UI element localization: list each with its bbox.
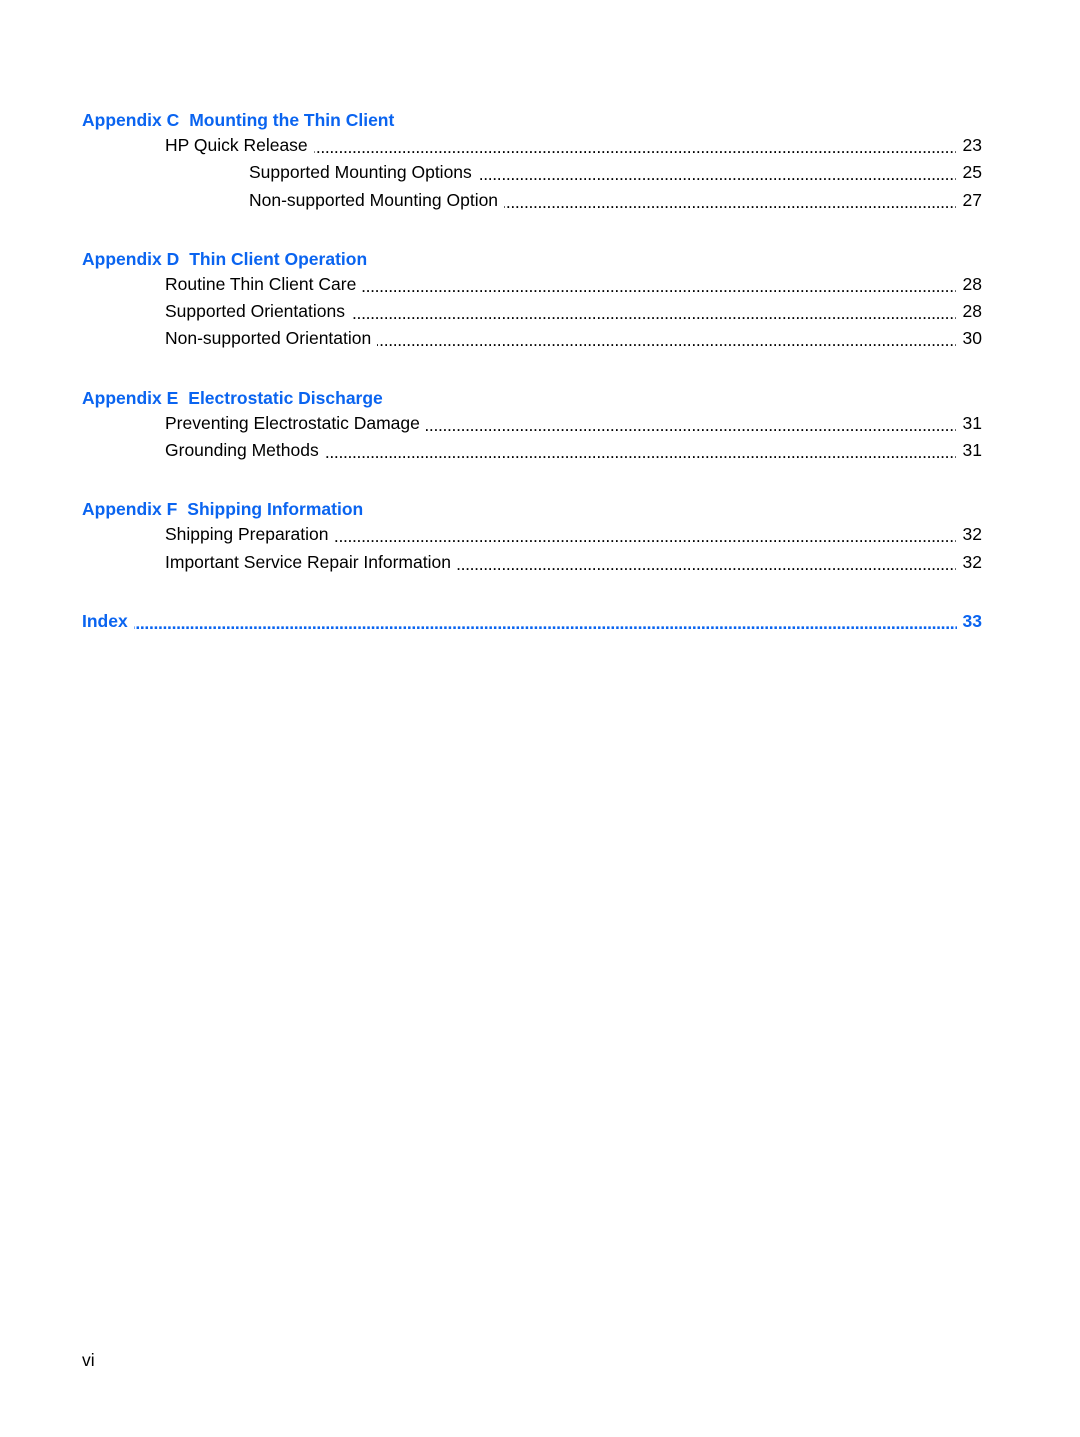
toc-entry[interactable]: Supported Orientations 28 bbox=[82, 298, 982, 326]
toc-entry-page: 32 bbox=[962, 524, 982, 545]
toc-entry-label: Shipping Preparation bbox=[165, 521, 335, 549]
toc-entry[interactable]: Preventing Electrostatic Damage 31 bbox=[82, 409, 982, 438]
toc-entry-label: Grounding Methods bbox=[165, 437, 325, 465]
toc-entry-label: Non-supported Mounting Option bbox=[249, 186, 505, 214]
toc-entry-label: Supported Mounting Options bbox=[249, 159, 478, 187]
appendix-number: Appendix C bbox=[82, 110, 180, 130]
toc-entry-label: Important Service Repair Information bbox=[165, 548, 457, 576]
toc-entry-page: 30 bbox=[962, 328, 982, 349]
toc-entry-page: 27 bbox=[962, 189, 982, 210]
toc-section-appendix-c: Appendix C Mounting the Thin Client HP Q… bbox=[82, 108, 982, 214]
appendix-title: Electrostatic Discharge bbox=[188, 387, 383, 408]
toc-heading[interactable]: Appendix D Thin Client Operation bbox=[82, 247, 982, 271]
appendix-title: Thin Client Operation bbox=[189, 248, 368, 269]
toc-entry-label: HP Quick Release bbox=[165, 132, 314, 160]
toc-entry-label: Non-supported Orientation bbox=[165, 325, 378, 353]
dot-leader bbox=[457, 556, 956, 574]
appendix-number: Appendix F bbox=[82, 499, 178, 520]
appendix-title: Shipping Information bbox=[187, 499, 364, 520]
toc-entry-page: 23 bbox=[962, 135, 982, 155]
toc-entry[interactable]: Shipping Preparation 32 bbox=[82, 521, 982, 549]
dot-leader bbox=[362, 278, 956, 296]
toc-entry-page: 32 bbox=[962, 551, 982, 572]
toc-entry-label: Routine Thin Client Care bbox=[165, 270, 363, 299]
dot-leader bbox=[334, 528, 956, 546]
toc-heading[interactable]: Appendix E Electrostatic Discharge bbox=[82, 386, 982, 410]
toc-section-appendix-f: Appendix F Shipping Information Shipping… bbox=[82, 497, 982, 576]
toc-heading[interactable]: Appendix C Mounting the Thin Client bbox=[82, 108, 982, 132]
page-number: vi bbox=[82, 1350, 95, 1370]
toc-entry[interactable]: Grounding Methods 31 bbox=[82, 437, 982, 465]
dot-leader bbox=[325, 444, 956, 462]
index-page: 33 bbox=[962, 610, 982, 631]
appendix-title: Mounting the Thin Client bbox=[189, 110, 395, 130]
toc-heading[interactable]: Appendix F Shipping Information bbox=[82, 497, 982, 521]
toc-entry-page: 25 bbox=[962, 162, 982, 183]
toc-entry-label: Supported Orientations bbox=[165, 298, 351, 326]
dot-leader bbox=[426, 417, 956, 435]
appendix-number: Appendix E bbox=[82, 387, 179, 408]
dot-leader bbox=[134, 615, 957, 633]
toc-entry[interactable]: Supported Mounting Options 25 bbox=[82, 159, 982, 187]
index-label: Index bbox=[82, 610, 128, 631]
toc-entry-label: Preventing Electrostatic Damage bbox=[165, 409, 426, 438]
toc-entry-page: 31 bbox=[962, 412, 982, 433]
appendix-number: Appendix D bbox=[82, 248, 180, 269]
dot-leader bbox=[478, 166, 956, 184]
dot-leader bbox=[504, 194, 956, 212]
toc-entry-page: 28 bbox=[962, 301, 982, 322]
toc-entry[interactable]: Important Service Repair Information 32 bbox=[82, 548, 982, 576]
toc-section-appendix-e: Appendix E Electrostatic Discharge Preve… bbox=[82, 386, 982, 465]
toc-entry[interactable]: Non-supported Orientation 30 bbox=[82, 325, 982, 353]
dot-leader bbox=[351, 305, 956, 323]
toc-entry[interactable]: Routine Thin Client Care 28 bbox=[82, 270, 982, 299]
dot-leader bbox=[314, 139, 956, 157]
toc-section-appendix-d: Appendix D Thin Client Operation Routine… bbox=[82, 247, 982, 353]
dot-leader bbox=[377, 332, 956, 350]
toc-index-link[interactable]: Index 33 bbox=[82, 609, 982, 633]
toc-entry-page: 28 bbox=[962, 273, 982, 294]
toc-entry-page: 31 bbox=[962, 440, 982, 461]
toc-entry[interactable]: Non-supported Mounting Option 27 bbox=[82, 186, 982, 214]
toc-entry[interactable]: HP Quick Release 23 bbox=[82, 132, 982, 160]
table-of-contents: Appendix C Mounting the Thin Client HP Q… bbox=[82, 108, 982, 633]
